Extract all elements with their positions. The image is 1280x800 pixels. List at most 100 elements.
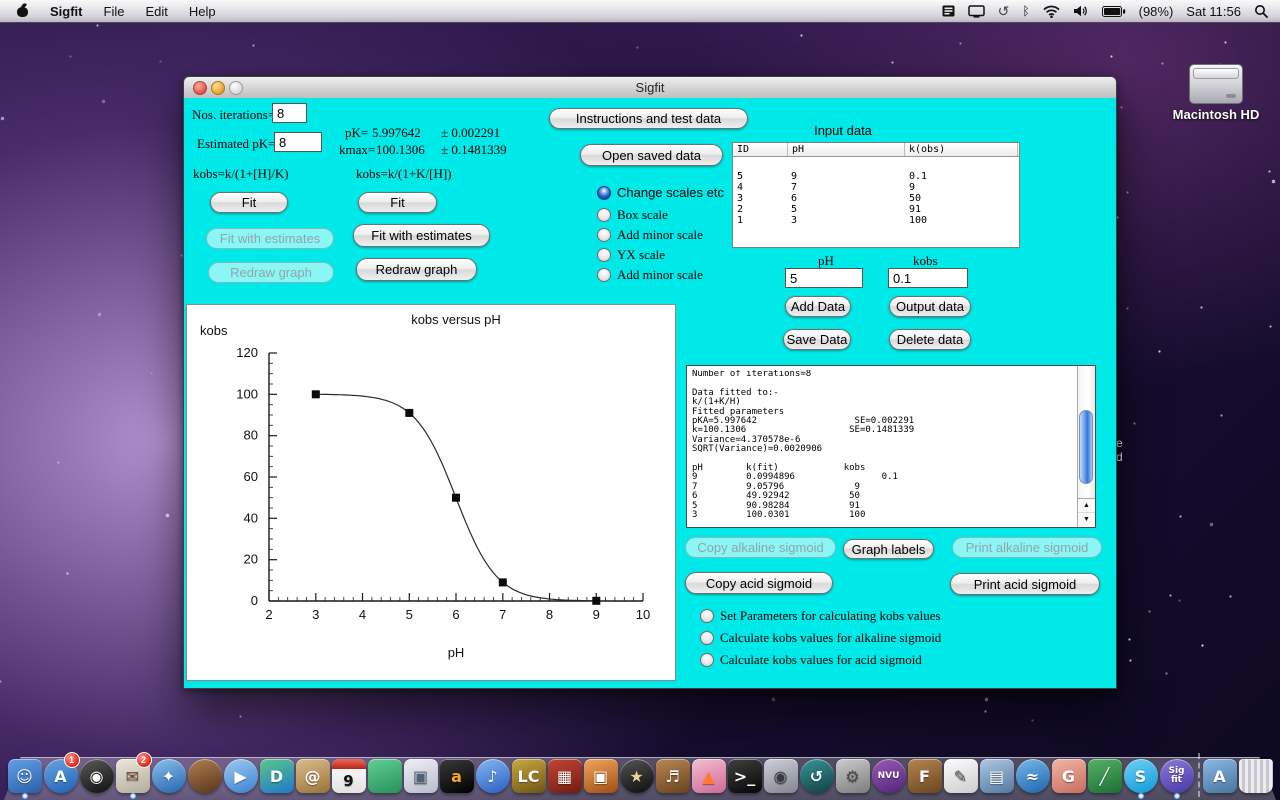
minimize-button[interactable] [211, 81, 225, 95]
output-data-button[interactable]: Output data [889, 296, 971, 317]
desktop-icon-macintosh-hd[interactable]: Macintosh HD [1170, 64, 1262, 122]
dock-icon-logo-creator[interactable]: LC [511, 755, 547, 793]
dock-icon-finder[interactable]: ☺ [7, 755, 43, 793]
radio-change-scales-etc[interactable]: Change scales etc [597, 185, 724, 200]
column-header-k-obs[interactable]: k(obs) [905, 143, 1018, 156]
scroll-up-button[interactable]: ▲ [1078, 499, 1095, 513]
radio-selected-icon[interactable] [597, 186, 611, 200]
table-row[interactable]: 2591 [733, 204, 1019, 215]
save-data-button[interactable]: Save Data [783, 329, 851, 350]
menu-help[interactable]: Help [189, 4, 216, 19]
dock-icon-coconut[interactable] [187, 755, 223, 793]
input-source-menu-icon[interactable] [942, 5, 955, 17]
radio-calculate-kobs-values-for-alkaline-sigmoid[interactable]: Calculate kobs values for alkaline sigmo… [700, 630, 941, 646]
wifi-menu-icon[interactable] [1043, 5, 1060, 18]
dock-icon-amazon-kindle[interactable]: a [439, 755, 475, 793]
dock-icon-textedit[interactable]: ✎ [943, 755, 979, 793]
fit-acid-button[interactable]: Fit [358, 192, 437, 213]
dock-icon-iphoto[interactable]: ▣ [403, 755, 439, 793]
dock-icon-mail[interactable]: ✉2 [115, 755, 151, 793]
bluetooth-menu-icon[interactable]: ᛒ [1022, 4, 1029, 18]
table-row[interactable]: 479 [733, 182, 1019, 193]
graph-labels-button[interactable]: Graph labels [843, 539, 934, 559]
zoom-button[interactable] [229, 81, 243, 95]
radio-icon[interactable] [597, 248, 611, 262]
radio-icon[interactable] [700, 653, 714, 667]
dock-icon-green-cube[interactable] [367, 755, 403, 793]
radio-add-minor-scale[interactable]: Add minor scale [597, 227, 703, 243]
dock-icon-gimp[interactable]: G [1051, 755, 1087, 793]
delete-data-button[interactable]: Delete data [889, 329, 971, 350]
displays-menu-icon[interactable] [968, 5, 985, 18]
column-header-id[interactable]: ID [733, 143, 788, 156]
dock-icon-photo-booth[interactable]: ▦ [547, 755, 583, 793]
copy-acid-sigmoid-button[interactable]: Copy acid sigmoid [685, 572, 833, 594]
table-body[interactable]: 590.14793650259113100 [733, 158, 1019, 247]
window-title-bar[interactable]: Sigfit [184, 77, 1116, 99]
menu-clock[interactable]: Sat 11:56 [1186, 4, 1241, 19]
table-row[interactable]: 13100 [733, 215, 1019, 226]
table-row[interactable]: 590.1 [733, 171, 1019, 182]
time-machine-menu-icon[interactable]: ↺ [998, 5, 1010, 17]
table-row[interactable]: 3650 [733, 193, 1019, 204]
radio-box-scale[interactable]: Box scale [597, 207, 668, 223]
radio-calculate-kobs-values-for-acid-sigmoid[interactable]: Calculate kobs values for acid sigmoid [700, 652, 922, 668]
spotlight-menu-icon[interactable] [1254, 4, 1268, 18]
input-data-table[interactable]: IDpHk(obs) 590.14793650259113100 [732, 142, 1020, 248]
battery-percentage[interactable]: (98%) [1139, 4, 1174, 19]
results-output-box[interactable]: Number of iterations=8 Data fitted to:- … [686, 365, 1096, 528]
results-text[interactable]: Number of iterations=8 Data fitted to:- … [692, 370, 1074, 525]
dock-icon-app-store[interactable]: A1 [43, 755, 79, 793]
dock-icon-photos-sunset[interactable]: ▣ [583, 755, 619, 793]
dock-icon-dashboard[interactable]: ◉ [79, 755, 115, 793]
menu-file[interactable]: File [104, 4, 125, 19]
radio-icon[interactable] [597, 208, 611, 222]
close-button[interactable] [193, 81, 207, 95]
radio-add-minor-scale[interactable]: Add minor scale [597, 267, 703, 283]
open-saved-data-button[interactable]: Open saved data [580, 144, 723, 166]
dock-icon-app-pages[interactable]: ▤ [979, 755, 1015, 793]
iterations-input[interactable] [272, 103, 307, 123]
dock-icon-address-book[interactable]: @ [295, 755, 331, 793]
output-scrollbar[interactable]: ▲ ▼ [1077, 366, 1095, 527]
menu-app-name[interactable]: Sigfit [50, 4, 83, 19]
dock-icon-grapher[interactable]: ╱ [1087, 755, 1123, 793]
fit-alkaline-button[interactable]: Fit [210, 192, 288, 213]
dock-icon-ichat[interactable]: ▶ [223, 755, 259, 793]
dock-icon-openoffice[interactable]: ≈ [1015, 755, 1051, 793]
apple-menu-icon[interactable] [16, 4, 29, 18]
radio-icon[interactable] [597, 228, 611, 242]
dock-icon-imovie[interactable]: ★ [619, 755, 655, 793]
instructions-button[interactable]: Instructions and test data [549, 108, 748, 129]
dock-icon-safari[interactable]: ✦ [151, 755, 187, 793]
dock-icon-toast[interactable]: ▲ [691, 755, 727, 793]
dock-icon-skype[interactable]: S [1123, 755, 1159, 793]
dock-icon-itunes[interactable]: ♪ [475, 755, 511, 793]
print-acid-sigmoid-button[interactable]: Print acid sigmoid [950, 573, 1100, 595]
volume-menu-icon[interactable] [1073, 5, 1089, 17]
dock-icon-terminal[interactable]: >_ [727, 755, 763, 793]
menu-edit[interactable]: Edit [145, 4, 167, 19]
kobs-input[interactable] [888, 268, 968, 288]
dock-icon-fetch-dog[interactable]: F [907, 755, 943, 793]
dock-icon-sigfit[interactable]: Sig fit [1159, 755, 1195, 793]
scroll-down-button[interactable]: ▼ [1078, 513, 1095, 526]
dock-icon-applications-folder[interactable]: A [1202, 755, 1238, 793]
radio-set-parameters-for-calculating-kobs-values[interactable]: Set Parameters for calculating kobs valu… [700, 608, 941, 624]
dock-icon-garageband[interactable]: ♬ [655, 755, 691, 793]
table-header[interactable]: IDpHk(obs) [733, 143, 1019, 157]
dock-icon-system-preferences[interactable]: ⚙ [835, 755, 871, 793]
dock-icon-trash[interactable] [1238, 755, 1274, 793]
radio-icon[interactable] [597, 268, 611, 282]
ph-input[interactable] [785, 268, 863, 288]
radio-icon[interactable] [700, 631, 714, 645]
scrollbar-thumb[interactable] [1079, 410, 1093, 484]
add-data-button[interactable]: Add Data [785, 296, 851, 317]
dock-icon-dragthing[interactable]: D [259, 755, 295, 793]
battery-menu-icon[interactable] [1102, 6, 1126, 17]
dock-icon-time-machine[interactable]: ↺ [799, 755, 835, 793]
redraw-graph-acid-button[interactable]: Redraw graph [356, 258, 477, 281]
fit-with-estimates-acid-button[interactable]: Fit with estimates [353, 224, 490, 247]
dock-icon-image-capture[interactable]: ◉ [763, 755, 799, 793]
column-header-ph[interactable]: pH [788, 143, 905, 156]
